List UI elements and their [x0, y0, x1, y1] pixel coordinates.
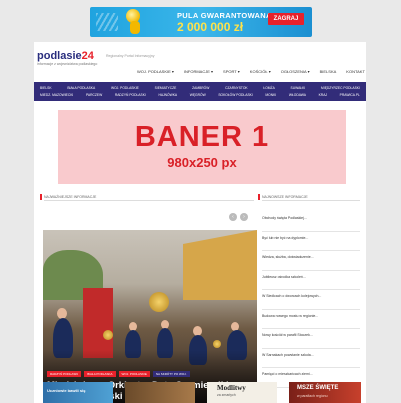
- divider: [44, 200, 254, 201]
- article-tags: RADZYŃ PODLASKI BIAŁA PODLASKA WOJ. PODL…: [47, 371, 190, 377]
- logo-subtitle: informacje z województwa podlaskiego: [37, 62, 98, 66]
- nav-item-kontakt[interactable]: KONTAKT: [341, 69, 370, 74]
- region-menu: BIELSK BIAŁA PODLASKA WOJ. PODLASKIE SIE…: [34, 82, 366, 101]
- region-menu-item[interactable]: MIĘDZYRZEC PODLASKI: [321, 86, 360, 90]
- photo-horn: [213, 340, 221, 348]
- ad-play-button[interactable]: ZAGRAJ: [268, 13, 304, 25]
- section-marker: [258, 194, 260, 200]
- featured-article[interactable]: RADZYŃ PODLASKI BIAŁA PODLASKA WOJ. PODL…: [43, 230, 257, 403]
- site-logo[interactable]: podlasie24: [37, 50, 94, 62]
- region-menu-item[interactable]: KRAJ: [319, 93, 327, 97]
- top-advertisement[interactable]: PULA GWARANTOWANA 2 000 000 zł ZAGRAJ: [90, 7, 312, 37]
- thumbnail-caption: Uczniowie bawili się: [47, 388, 86, 393]
- section-heading-main: NAJWAŻNIEJSZE INFORMACJE: [44, 195, 97, 199]
- photo-tuba: [149, 292, 169, 312]
- region-menu-item[interactable]: PARCZEW: [86, 93, 102, 97]
- carousel-controls: ‹ ›: [229, 213, 248, 221]
- region-menu-item[interactable]: ZAMBRÓW: [192, 86, 209, 90]
- region-menu-item[interactable]: ŁOMŻA: [263, 86, 274, 90]
- region-menu-item[interactable]: WOJ. PODLASKIE: [111, 86, 139, 90]
- nav-item-kosciol[interactable]: KOŚCIÓŁ ▾: [245, 69, 276, 74]
- article-thumbnail[interactable]: Modlitwy za zmarłych: [207, 382, 277, 403]
- banner-title: BANER 1: [134, 121, 270, 153]
- top-navigation: WOJ. PODLASKIE ▾ INFORMACJE ▾ SPORT ▾ KO…: [132, 69, 370, 74]
- list-item[interactable]: Być lub nie być na dyplomie...: [262, 232, 360, 251]
- list-item[interactable]: Jubileusz ośrodka szkoleń...: [262, 271, 360, 290]
- nav-item-woj-podlaskie[interactable]: WOJ. PODLASKIE ▾: [132, 69, 179, 74]
- tag[interactable]: BIAŁA PODLASKA: [84, 371, 116, 377]
- photo-banner-red: [83, 288, 113, 358]
- ad-amount: 2 000 000 zł: [177, 20, 244, 34]
- thumbnail-subcaption: za zmarłych: [217, 393, 236, 397]
- region-menu-item[interactable]: HAJNÓWKA: [158, 93, 177, 97]
- article-thumbnail[interactable]: [125, 382, 195, 403]
- region-menu-row-1: BIELSK BIAŁA PODLASKA WOJ. PODLASKIE SIE…: [40, 86, 360, 90]
- list-item[interactable]: Obchody święta Podlaskiej...: [262, 212, 360, 232]
- region-menu-item[interactable]: PRAWICA.PL: [340, 93, 360, 97]
- mascot-icon: [130, 21, 140, 34]
- list-item[interactable]: Nowy kościół w parafii Stoczek...: [262, 329, 360, 349]
- region-menu-item[interactable]: SUWAŁKI: [291, 86, 306, 90]
- chevron-left-icon[interactable]: ‹: [229, 213, 237, 221]
- tag[interactable]: WOJ. PODLASKIE: [118, 371, 150, 377]
- region-menu-item[interactable]: MIEDZ. MAZOWIECKI: [40, 93, 73, 97]
- ad-headline: PULA GWARANTOWANA: [177, 11, 272, 20]
- section-marker: [40, 194, 42, 200]
- region-menu-item[interactable]: RADZYŃ PODLASKI: [115, 93, 146, 97]
- region-menu-item[interactable]: WĘGRÓW: [190, 93, 206, 97]
- page-container: podlasie24 informacje z województwa podl…: [34, 42, 366, 403]
- thumbnail-caption: Modlitwy: [217, 384, 246, 392]
- thumbnail-subcaption: w parafiach regionu: [297, 394, 328, 398]
- tag[interactable]: RADZYŃ PODLASKI: [47, 371, 82, 377]
- list-item[interactable]: W Siedlcach o dworcach kolejowych...: [262, 290, 360, 310]
- region-menu-row-2: MIEDZ. MAZOWIECKI PARCZEW RADZYŃ PODLASK…: [40, 93, 360, 97]
- banner-placeholder[interactable]: BANER 1 980x250 px: [58, 110, 346, 184]
- photo-horn: [103, 330, 113, 340]
- logo-text: podlasie: [37, 50, 82, 62]
- list-item[interactable]: W Sarnakach powstanie szkoła...: [262, 349, 360, 368]
- region-menu-item[interactable]: CZARNYSTOK: [225, 86, 247, 90]
- region-menu-item[interactable]: SOKOŁÓW PODLASKI: [218, 93, 252, 97]
- divider: [262, 200, 360, 201]
- region-menu-item[interactable]: SIEMIATYCZE: [155, 86, 177, 90]
- banner-size: 980x250 px: [167, 155, 237, 170]
- list-item[interactable]: Budowa nowego mostu w regionie...: [262, 310, 360, 329]
- chevron-right-icon[interactable]: ›: [240, 213, 248, 221]
- region-menu-item[interactable]: BIELSK: [40, 86, 52, 90]
- thumbnail-caption: MSZE ŚWIĘTE: [297, 385, 339, 391]
- nav-item-informacje[interactable]: INFORMACJE ▾: [179, 69, 218, 74]
- nav-item-ogloszenia[interactable]: OGŁOSZENIA ▾: [276, 69, 315, 74]
- tag[interactable]: NA SKRÓTY PO WOJ.: [152, 371, 190, 377]
- list-item[interactable]: Wiedza, służba, doświadczenie...: [262, 251, 360, 271]
- logo-number: 24: [81, 50, 94, 62]
- article-thumbnail[interactable]: MSZE ŚWIĘTE w parafiach regionu: [289, 382, 361, 403]
- nav-item-sport[interactable]: SPORT ▾: [218, 69, 245, 74]
- ad-decoration: [96, 13, 118, 31]
- article-thumbnails: Uczniowie bawili się Modlitwy za zmarłyc…: [43, 382, 361, 403]
- nav-item-bielska[interactable]: BIELSKA: [315, 69, 342, 74]
- region-menu-item[interactable]: MONKI: [265, 93, 276, 97]
- latest-news-list: Obchody święta Podlaskiej... Być lub nie…: [262, 212, 360, 388]
- section-heading-latest: NAJNOWSZE INFORMACJE: [262, 195, 308, 199]
- region-menu-item[interactable]: WŁODAWA: [289, 93, 306, 97]
- article-thumbnail[interactable]: Uczniowie bawili się: [43, 382, 113, 403]
- site-tagline: Regionalny Portal Informacyjny: [106, 54, 155, 58]
- region-menu-item[interactable]: BIAŁA PODLASKA: [67, 86, 95, 90]
